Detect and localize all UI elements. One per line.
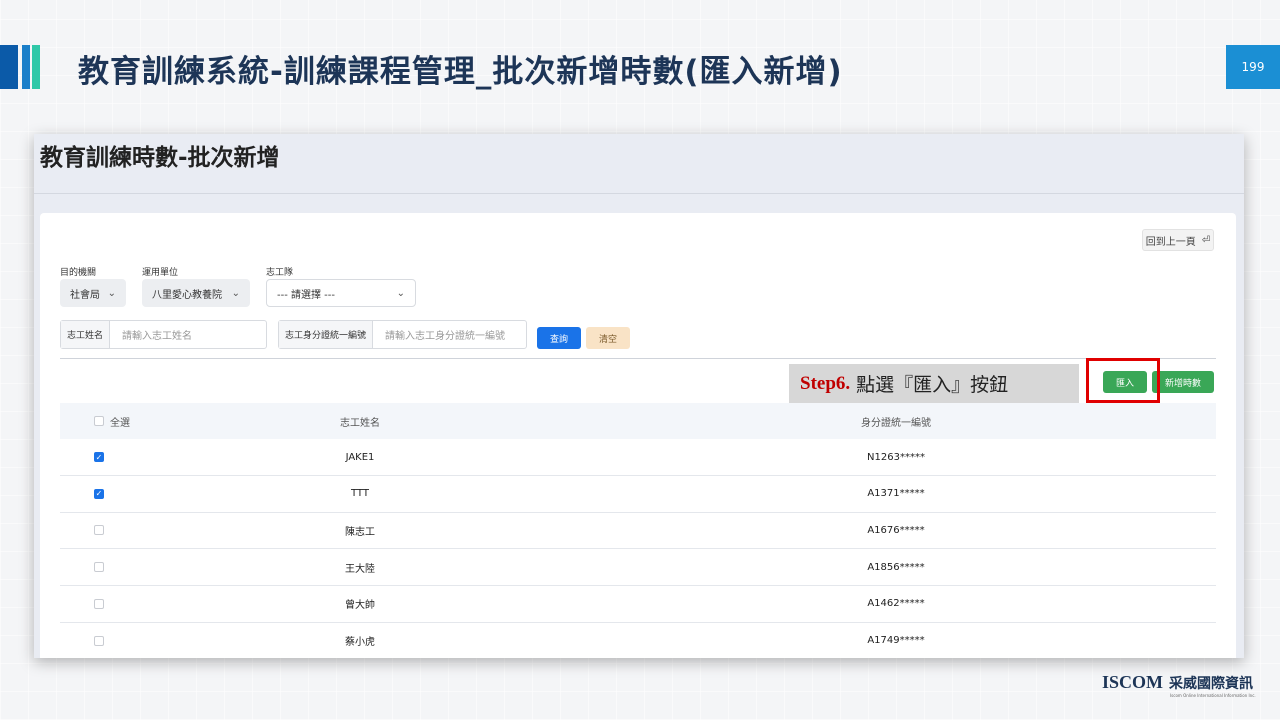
volunteer-name: 曾大帥 xyxy=(345,600,375,612)
table-row[interactable]: 曾大帥 A1462***** xyxy=(60,586,1216,623)
volunteer-name: 蔡小虎 xyxy=(345,637,375,648)
volunteer-name: 陳志工 xyxy=(345,526,375,538)
unit-select-value: 八里愛心教養院 xyxy=(152,289,222,301)
agency-select[interactable]: 社會局 ⌄ xyxy=(60,279,126,307)
select-all-label: 全選 xyxy=(110,417,130,429)
column-header-id: 身分證統一編號 xyxy=(861,417,931,429)
highlight-box xyxy=(1086,358,1160,403)
logo-text-zh: 采威國際資訊 xyxy=(1169,675,1254,692)
row-checkbox[interactable] xyxy=(94,525,104,536)
volunteer-id: A1856***** xyxy=(867,561,925,573)
row-checkbox[interactable] xyxy=(94,562,104,573)
unit-label: 運用單位 xyxy=(142,268,179,278)
step-instruction: 點選『匯入』按鈕 xyxy=(856,374,1009,396)
main-panel: 回到上一頁 ⏎ 目的機關 社會局 ⌄ 運用單位 八里愛心教養院 ⌄ 志工隊 --… xyxy=(40,213,1236,658)
row-checkbox-cell[interactable] xyxy=(94,549,104,585)
team-label: 志工隊 xyxy=(266,268,294,278)
unit-select[interactable]: 八里愛心教養院 ⌄ xyxy=(142,279,250,307)
accent-bar xyxy=(32,45,40,89)
add-hours-button[interactable]: 新增時數 xyxy=(1152,371,1214,393)
logo-text-en: ISCOM xyxy=(1102,672,1164,692)
slide-title: 教育訓練系統-訓練課程管理_批次新增時數(匯入新增) xyxy=(78,54,843,90)
volunteer-id: A1749***** xyxy=(867,635,925,646)
clear-button[interactable]: 清空 xyxy=(586,327,630,349)
table-row[interactable]: ✓ JAKE1 N1263***** xyxy=(60,439,1216,476)
chevron-down-icon: ⌄ xyxy=(231,287,240,299)
volunteer-id: A1676***** xyxy=(867,524,925,536)
volunteer-id-prefix: 志工身分證統一編號 xyxy=(279,321,374,348)
row-checkbox-cell[interactable] xyxy=(94,623,104,659)
table-row[interactable]: 陳志工 A1676***** xyxy=(60,512,1216,550)
app-screenshot: 教育訓練時數-批次新增 回到上一頁 ⏎ 目的機關 社會局 ⌄ 運用單位 八里愛心… xyxy=(34,134,1244,658)
step-number: Step6. xyxy=(800,372,851,394)
accent-bar xyxy=(0,45,18,89)
volunteer-id: A1371***** xyxy=(867,488,925,500)
table-row[interactable]: 王大陸 A1856***** xyxy=(60,549,1216,587)
table-header: 全選 志工姓名 身分證統一編號 xyxy=(60,403,1216,439)
select-all-checkbox[interactable] xyxy=(94,416,104,426)
table-row[interactable]: 蔡小虎 A1749***** xyxy=(60,623,1216,659)
row-checkbox[interactable] xyxy=(94,635,104,646)
row-checkbox[interactable]: ✓ xyxy=(94,488,104,499)
row-checkbox[interactable] xyxy=(94,598,104,609)
column-header-name: 志工姓名 xyxy=(340,417,380,429)
volunteer-name-prefix: 志工姓名 xyxy=(61,321,111,348)
chevron-down-icon: ⌄ xyxy=(396,287,405,299)
query-button[interactable]: 查詢 xyxy=(537,327,581,349)
row-checkbox-cell[interactable]: ✓ xyxy=(94,439,104,475)
agency-select-value: 社會局 xyxy=(70,289,100,301)
volunteer-name-search[interactable]: 志工姓名 請輸入志工姓名 xyxy=(60,320,267,349)
volunteer-id: N1263***** xyxy=(867,451,925,463)
chevron-down-icon: ⌄ xyxy=(107,287,116,299)
company-logo: ISCOM 采威國際資訊 xyxy=(1102,672,1253,693)
step-annotation: Step6. 點選『匯入』按鈕 xyxy=(789,364,1079,403)
row-checkbox[interactable]: ✓ xyxy=(94,452,104,462)
back-button-label: 回到上一頁 xyxy=(1145,236,1196,248)
volunteer-name: 王大陸 xyxy=(345,563,375,575)
team-select-value: --- 請選擇 --- xyxy=(277,289,336,301)
team-select[interactable]: --- 請選擇 --- ⌄ xyxy=(266,279,416,307)
page-title: 教育訓練時數-批次新增 xyxy=(40,145,280,171)
volunteer-id-input[interactable]: 請輸入志工身分證統一編號 xyxy=(373,321,517,348)
row-checkbox-cell[interactable] xyxy=(94,512,104,548)
volunteer-name: JAKE1 xyxy=(345,451,375,463)
accent-bar xyxy=(22,45,30,89)
row-checkbox-cell[interactable]: ✓ xyxy=(94,476,104,512)
back-icon: ⏎ xyxy=(1201,234,1211,246)
logo-subtitle: Iscom Online International Information I… xyxy=(1170,693,1256,698)
page-number: 199 xyxy=(1226,45,1280,89)
agency-label: 目的機關 xyxy=(60,268,97,278)
table-row[interactable]: ✓ TTT A1371***** xyxy=(60,476,1216,513)
back-button[interactable]: 回到上一頁 ⏎ xyxy=(1142,229,1214,251)
select-all[interactable]: 全選 xyxy=(94,403,130,439)
volunteer-name: TTT xyxy=(351,488,369,500)
divider xyxy=(60,358,1216,359)
divider xyxy=(34,193,1244,194)
volunteer-name-input[interactable]: 請輸入志工姓名 xyxy=(110,321,204,348)
volunteer-id-search[interactable]: 志工身分證統一編號 請輸入志工身分證統一編號 xyxy=(278,320,527,349)
volunteer-id: A1462***** xyxy=(867,598,925,610)
row-checkbox-cell[interactable] xyxy=(94,586,104,622)
